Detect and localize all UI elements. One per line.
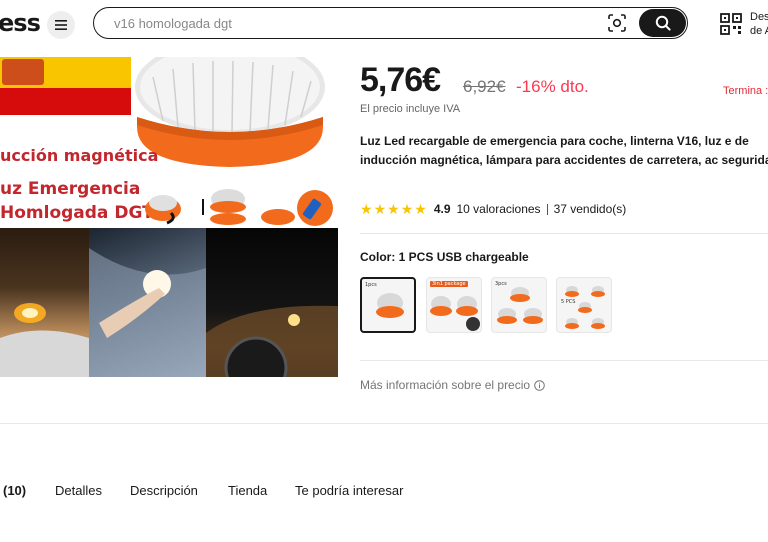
selected-color: 1 PCS USB chargeable bbox=[398, 250, 529, 264]
search-icon bbox=[655, 15, 671, 31]
divider bbox=[360, 233, 768, 234]
app-download-text: Des de A bbox=[750, 11, 768, 37]
product-tabs: (10) Detalles Descripción Tienda Te podr… bbox=[0, 479, 768, 503]
promo-text-line2: uz Emergencia bbox=[0, 179, 141, 199]
car-photo-1 bbox=[0, 228, 89, 377]
current-price: 5,76€ bbox=[360, 61, 441, 99]
reviews-link[interactable]: 10 valoraciones bbox=[457, 202, 541, 216]
info-icon bbox=[534, 379, 545, 391]
rating-stars: ★ ★ ★ ★ ★ bbox=[360, 202, 427, 216]
tab-store[interactable]: Tienda bbox=[228, 483, 267, 498]
promo-text-line1: ucción magnética bbox=[0, 146, 159, 165]
tab-details[interactable]: Detalles bbox=[55, 483, 102, 498]
promo-text-line3: Homlogada DGT bbox=[0, 203, 154, 223]
color-option-package[interactable]: 3in1 package bbox=[426, 277, 482, 333]
divider bbox=[0, 423, 768, 424]
product-gallery[interactable]: ucción magnética uz Emergencia Homlogada… bbox=[0, 57, 338, 377]
hamburger-icon bbox=[55, 20, 67, 30]
beacon-thumb-icon bbox=[565, 286, 605, 329]
star-icon: ★ bbox=[373, 201, 387, 217]
star-icon: ★ bbox=[387, 201, 400, 217]
header: ess v16 homologada dgt Des de bbox=[0, 0, 768, 48]
sold-count: 37 vendido(s) bbox=[553, 202, 627, 216]
rating-row: ★ ★ ★ ★ ★ 4.9 10 valoraciones 37 vendido… bbox=[360, 200, 626, 218]
color-option-1pcs[interactable]: 1pcs bbox=[360, 277, 416, 333]
original-price: 6,92€ bbox=[463, 77, 506, 96]
car-photo-3 bbox=[206, 228, 338, 377]
color-label: Color: 1 PCS USB chargeable bbox=[360, 250, 529, 264]
mounting-diagram-image bbox=[145, 189, 333, 226]
search-button[interactable] bbox=[639, 9, 686, 37]
search-input[interactable] bbox=[114, 14, 584, 32]
separator bbox=[546, 203, 548, 215]
camera-scan-icon bbox=[608, 14, 626, 32]
photo-strip bbox=[0, 228, 338, 377]
menu-button[interactable] bbox=[47, 11, 75, 39]
color-option-3pcs[interactable]: 3pcs bbox=[491, 277, 547, 333]
tab-description[interactable]: Descripción bbox=[130, 483, 198, 498]
divider bbox=[360, 360, 768, 361]
image-search-button[interactable] bbox=[606, 13, 628, 33]
car-photo-2 bbox=[89, 228, 206, 377]
vat-note: El precio incluye IVA bbox=[360, 103, 461, 115]
product-main-image: ucción magnética uz Emergencia Homlogada… bbox=[0, 57, 338, 228]
rating-score: 4.9 bbox=[433, 202, 451, 216]
qr-code-icon bbox=[720, 13, 742, 35]
star-icon: ★ bbox=[400, 201, 414, 217]
beacon-light-image bbox=[135, 57, 325, 167]
star-icon: ★ bbox=[414, 201, 427, 217]
tab-related[interactable]: Te podría interesar bbox=[295, 483, 403, 498]
search-bar bbox=[93, 7, 688, 39]
star-icon: ★ bbox=[360, 201, 373, 217]
spain-flag bbox=[0, 57, 131, 115]
sale-ends-label: Termina : bbox=[723, 85, 768, 97]
discount-badge: -16% dto. bbox=[516, 77, 589, 96]
price-info-link[interactable]: Más información sobre el precio bbox=[360, 378, 545, 392]
site-logo[interactable]: ess bbox=[0, 9, 41, 37]
tab-reviews[interactable]: (10) bbox=[3, 483, 26, 498]
color-option-5pcs[interactable]: 5 PCS bbox=[556, 277, 612, 333]
app-download[interactable]: Des de A bbox=[720, 10, 768, 38]
product-title: Luz Led recargable de emergencia para co… bbox=[360, 134, 768, 167]
